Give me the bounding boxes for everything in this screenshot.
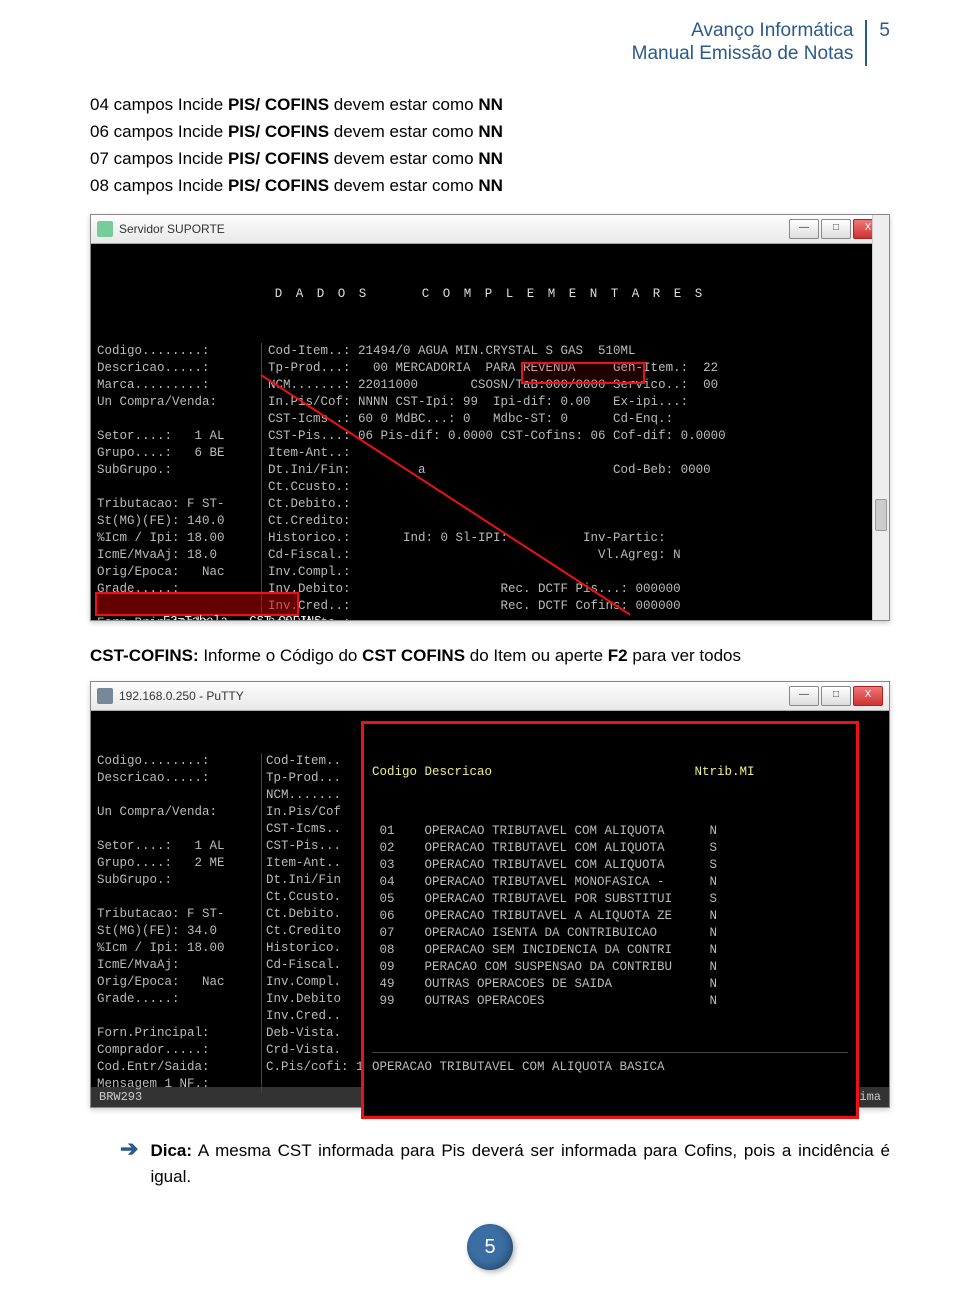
window-buttons: — □ X <box>789 686 883 706</box>
header-subtitle: Manual Emissão de Notas <box>632 43 854 66</box>
popup-footer: OPERACAO TRIBUTAVEL COM ALIQUOTA BASICA <box>372 1052 848 1076</box>
text: Informe o Código do <box>199 646 362 665</box>
scrollbar[interactable] <box>872 215 889 620</box>
text-bold: NN <box>478 149 503 168</box>
text: 08 campos Incide <box>90 176 228 195</box>
text-bold: PIS/ COFINS <box>228 122 329 141</box>
bullet-line-4: 08 campos Incide PIS/ COFINS devem estar… <box>90 172 890 199</box>
text-bold: PIS/ COFINS <box>228 176 329 195</box>
text: 04 campos Incide <box>90 95 228 114</box>
text-bold: F2 <box>608 646 628 665</box>
document-page: Avanço Informática Manual Emissão de Not… <box>0 0 960 1300</box>
bullet-line-2: 06 campos Incide PIS/ COFINS devem estar… <box>90 118 890 145</box>
window-title: Servidor SUPORTE <box>119 222 789 236</box>
page-number-circle: 5 <box>467 1224 513 1270</box>
bullet-list: 04 campos Incide PIS/ COFINS devem estar… <box>90 91 890 200</box>
maximize-button[interactable]: □ <box>821 219 851 239</box>
cst-cofins-note: CST-COFINS: Informe o Código do CST COFI… <box>90 646 890 666</box>
text: para ver todos <box>628 646 741 665</box>
text-bold: NN <box>478 122 503 141</box>
page-header: Avanço Informática Manual Emissão de Not… <box>90 20 890 66</box>
text: devem estar como <box>329 149 478 168</box>
header-text-block: Avanço Informática Manual Emissão de Not… <box>632 20 868 66</box>
left-panel: Codigo........: Descricao.....: Un Compr… <box>97 753 262 1093</box>
maximize-button[interactable]: □ <box>821 686 851 706</box>
titlebar-2: 192.168.0.250 - PuTTY — □ X <box>91 682 889 711</box>
bullet-line-1: 04 campos Incide PIS/ COFINS devem estar… <box>90 91 890 118</box>
screenshot-1: Servidor SUPORTE — □ X D A D O S C O M P… <box>90 214 890 621</box>
text-bold: PIS/ COFINS <box>228 95 329 114</box>
terminal-header: D A D O S C O M P L E M E N T A R E S <box>97 286 883 303</box>
app-icon <box>97 221 113 237</box>
scrollbar-thumb[interactable] <box>875 499 887 531</box>
titlebar-1: Servidor SUPORTE — □ X <box>91 215 889 244</box>
text-bold: NN <box>478 95 503 114</box>
text-bold: NN <box>478 176 503 195</box>
app-icon <box>97 688 113 704</box>
text-bold: PIS/ COFINS <box>228 149 329 168</box>
left-panel: Codigo........: Descricao.....: Marca...… <box>97 343 262 620</box>
bullet-line-3: 07 campos Incide PIS/ COFINS devem estar… <box>90 145 890 172</box>
mid-panel: Cod-Item.. Tp-Prod... NCM....... In.Pis/… <box>262 753 366 1093</box>
text: devem estar como <box>329 176 478 195</box>
popup-header: Codigo Descricao Ntrib.MI <box>372 764 848 781</box>
terminal-2: Codigo........: Descricao.....: Un Compr… <box>91 711 889 1087</box>
right-panel: Cod-Item..: 21494/0 AGUA MIN.CRYSTAL S G… <box>262 343 883 620</box>
text: 06 campos Incide <box>90 122 228 141</box>
header-company: Avanço Informática <box>632 20 854 43</box>
screenshot-2: 192.168.0.250 - PuTTY — □ X Codigo......… <box>90 681 890 1108</box>
minimize-button[interactable]: — <box>789 686 819 706</box>
text: 07 campos Incide <box>90 149 228 168</box>
close-button[interactable]: X <box>853 686 883 706</box>
text: devem estar como <box>329 95 478 114</box>
text: devem estar como <box>329 122 478 141</box>
window-title: 192.168.0.250 - PuTTY <box>119 689 789 703</box>
cst-cofins-popup[interactable]: Codigo Descricao Ntrib.MI 01 OPERACAO TR… <box>361 721 859 1119</box>
popup-rows[interactable]: 01 OPERACAO TRIBUTAVEL COM ALIQUOTA N 02… <box>372 823 848 1010</box>
window-buttons: — □ X <box>789 219 883 239</box>
minimize-button[interactable]: — <box>789 219 819 239</box>
header-page-number: 5 <box>867 20 890 42</box>
note-prefix: CST-COFINS: <box>90 646 199 665</box>
terminal-1: D A D O S C O M P L E M E N T A R E S Co… <box>91 244 889 620</box>
text-bold: CST COFINS <box>362 646 465 665</box>
text: do Item ou aperte <box>465 646 608 665</box>
